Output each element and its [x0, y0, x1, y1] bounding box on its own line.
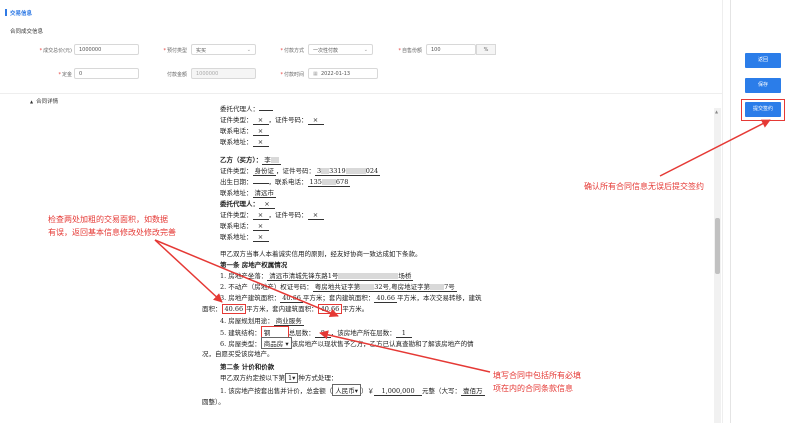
pay-method-select[interactable]: 一次性付款 ⌄: [308, 44, 373, 55]
pay-time-label: *付款时间: [280, 72, 304, 78]
payment-type-select[interactable]: 实买 ⌄: [191, 44, 256, 55]
doc-line: 证件类型： × ，证件号码： ×: [220, 114, 324, 125]
document-scrollbar[interactable]: ▲: [714, 108, 721, 423]
pay-method-label: *付款方式: [280, 48, 304, 54]
pay-amount-label: 付款金额: [166, 72, 187, 78]
doc-line: 证件类型： 身份证 ，证件号码： 3 3319 024: [220, 167, 381, 176]
percent-suffix: %: [476, 44, 496, 55]
own-share-label: *自售份额: [398, 48, 422, 54]
save-button[interactable]: 保存: [745, 78, 781, 93]
submit-highlight: [741, 99, 785, 121]
scroll-up-icon[interactable]: ▲: [715, 109, 718, 114]
party-b-title: 乙方（买方）：李: [220, 154, 281, 165]
caret-up-icon: ▲: [30, 99, 34, 104]
currency-select[interactable]: 人民币▾: [332, 384, 362, 396]
agent-title: 委托代理人： ×: [220, 198, 275, 209]
price-input[interactable]: 1000000: [74, 44, 139, 55]
transfer-inner-area-field[interactable]: 40.66: [317, 304, 343, 314]
doc-line: 出生日期： ，联系电话： 135 678: [220, 178, 351, 187]
agreement-text: 甲乙双方当事人本着诚实信用的原则，经友好协商一致达成如下条款。: [220, 250, 422, 258]
area-field[interactable]: 40.66: [280, 294, 303, 303]
doc-line: 联系电话： ×: [220, 220, 269, 231]
doc-line: 4. 房屋规划用途： 商业服务: [220, 317, 304, 326]
price-label: *成交总价(元): [39, 48, 72, 54]
pay-amount-input: 1000000: [191, 68, 256, 79]
doc-line: 委托代理人：: [220, 105, 273, 113]
doc-line: 况，自愿买受该房地产。: [202, 350, 274, 358]
doc-line: 3. 房地产建筑面积： 40.66 平方米；套内建筑面积： 40.66 平方米，本次交易…: [220, 294, 482, 303]
annotation-fill-2: 项在内的合同条款信息: [493, 384, 573, 393]
payment-type-label: *预付类型: [163, 48, 187, 54]
price-method-select[interactable]: 1▾: [285, 373, 299, 383]
calendar-icon: ▦: [313, 71, 318, 77]
doc-line: 联系地址： ×: [220, 136, 269, 147]
scroll-thumb[interactable]: [715, 218, 720, 274]
chevron-down-icon: ⌄: [246, 47, 251, 53]
section-subtitle: 合同成交信息: [10, 29, 44, 35]
annotation-submit: 确认所有合同信息无误后提交签约: [584, 182, 704, 191]
deposit-input[interactable]: 0: [74, 68, 139, 79]
article-2-title: 第二条 计价和价款: [220, 363, 275, 371]
pay-time-picker[interactable]: ▦ 2022-01-13: [308, 68, 378, 79]
doc-line: 面积： 40.66 平方米，套内建筑面积： 40.66 平方米。: [202, 304, 369, 314]
deposit-label: *定金: [58, 72, 72, 78]
inner-area-field[interactable]: 40.66: [374, 294, 397, 303]
back-button[interactable]: 返回: [745, 53, 781, 68]
section-title: 交易信息: [4, 9, 33, 17]
contract-section-toggle[interactable]: ▲ 合同详情: [30, 97, 58, 105]
annotation-fill-1: 填写合同中包括所有必填: [493, 371, 581, 380]
article-1-title: 第一条 房地产权属情况: [220, 261, 288, 269]
transfer-area-field[interactable]: 40.66: [221, 304, 247, 314]
chevron-down-icon: ⌄: [363, 47, 368, 53]
section-divider: [0, 93, 723, 94]
doc-line: 联系地址： ×: [220, 231, 269, 242]
doc-line: 联系地址： 清远市: [220, 189, 276, 198]
doc-line: 甲乙双方约定按以下第 1▾ 种方式处理：: [220, 373, 338, 383]
own-share-input[interactable]: 100: [426, 44, 476, 55]
doc-line: 1. 该房地产按套出售并计价，总金额（ 人民币▾ ）￥ 1,000,000 元整（大写：…: [220, 384, 485, 396]
annotation-area-check-2: 有误，返回基本信息修改处修改完善: [48, 228, 176, 237]
doc-line: 2. 不动产（房地产）权证号码： 粤房地共证字第 32号,粤房地证字第 7号: [220, 283, 457, 292]
doc-line: 联系电话： ×: [220, 125, 269, 136]
doc-line: 圆整）。: [202, 398, 225, 406]
contract-document: 委托代理人： 证件类型： × ，证件号码： × 联系电话： × 联系地址： × 乙方（买方…: [200, 105, 720, 423]
doc-line: 证件类型： × ，证件号码： ×: [220, 209, 324, 220]
annotation-area-check-1: 检查两处加粗的交易面积，如数据: [48, 215, 168, 224]
doc-line: 1. 房地产坐落： 清远市清城先锋东路1号 场桥: [220, 272, 414, 281]
